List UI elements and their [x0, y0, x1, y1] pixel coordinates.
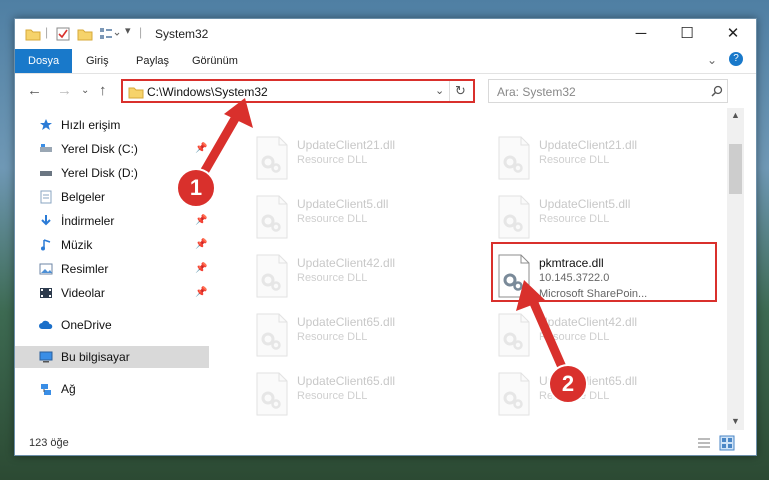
- step-badge-1: 1: [176, 168, 216, 208]
- annotation-arrows: [198, 98, 570, 379]
- step-badge-2: 2: [548, 364, 588, 404]
